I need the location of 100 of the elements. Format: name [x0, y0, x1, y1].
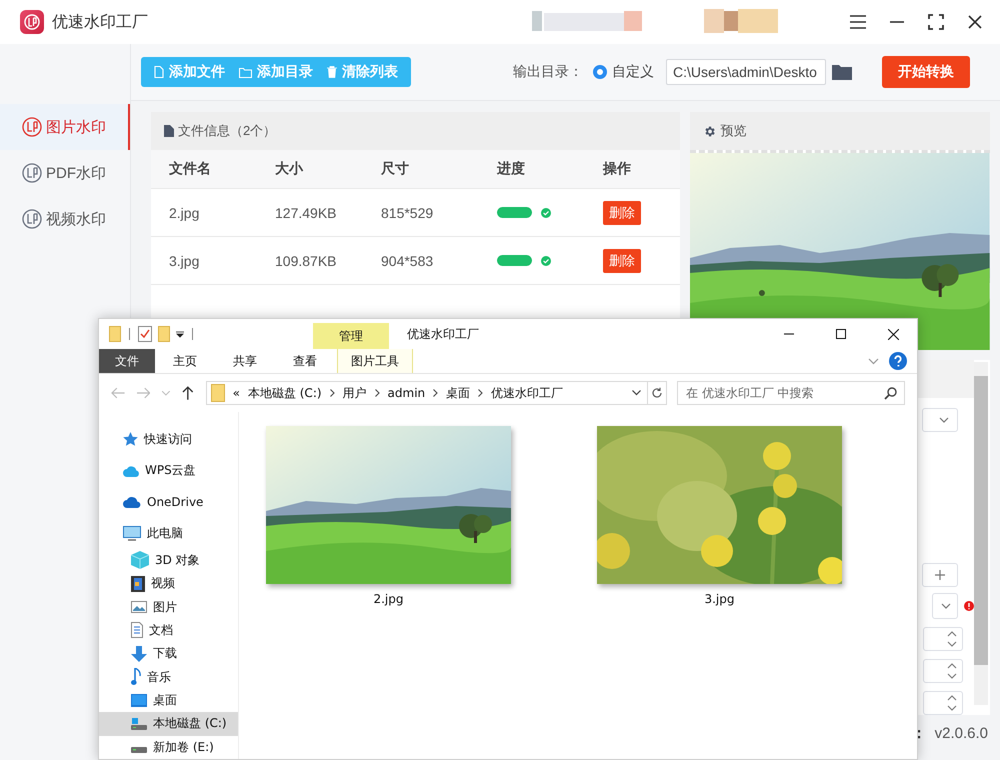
dropdown-icon[interactable] — [176, 330, 184, 338]
app-logo-icon — [20, 10, 44, 34]
nav-item[interactable]: 本地磁盘 (C:) — [99, 712, 238, 736]
ribbon-tab[interactable]: 查看 — [275, 349, 335, 373]
breadcrumb-item[interactable]: 本地磁盘 (C:) — [248, 384, 322, 402]
app-title: 优速水印工厂 — [52, 12, 148, 32]
file-menu-tab[interactable]: 文件 — [99, 349, 155, 373]
sidebar-item[interactable]: 图片水印 — [0, 104, 130, 150]
plus-icon — [935, 570, 945, 580]
refresh-icon — [650, 387, 663, 399]
nav-item[interactable]: 桌面 — [99, 688, 238, 712]
help-icon[interactable] — [889, 352, 907, 370]
breadcrumb-item[interactable]: 桌面 — [446, 384, 470, 402]
cloud-icon — [123, 496, 141, 508]
folder-icon[interactable] — [832, 64, 852, 80]
trash-icon — [327, 66, 337, 78]
window-title: 优速水印工厂 — [407, 326, 479, 342]
chevron-right-icon[interactable] — [330, 389, 335, 397]
table-cell-text: 815*529 — [381, 204, 434, 220]
nav-item[interactable]: 新加卷 (E:) — [99, 736, 238, 759]
address-bar[interactable]: « 本地磁盘 (C:) 用户 admin 桌面 优速水印工厂 — [206, 381, 648, 405]
star-icon — [123, 432, 138, 448]
custom-radio[interactable]: 自定义 — [593, 63, 654, 81]
chevron-right-icon[interactable] — [478, 389, 484, 397]
spinner-buttons[interactable] — [923, 659, 963, 683]
chevron-right-icon[interactable] — [374, 389, 380, 397]
drive-icon — [131, 747, 147, 754]
chevron-down-icon — [939, 417, 949, 423]
music-note-icon — [131, 668, 141, 686]
breadcrumb-item[interactable]: 优速水印工厂 — [491, 384, 564, 402]
column-header: 操作 — [603, 160, 632, 178]
table-cell-text: 127.49KB — [275, 204, 338, 220]
start-button[interactable]: 开始转换 — [882, 56, 970, 88]
properties-icon[interactable] — [138, 326, 152, 342]
folder-icon — [239, 66, 252, 78]
nav-item[interactable]: 下载 — [99, 642, 238, 666]
chevron-down-icon — [941, 603, 951, 609]
scrollbar[interactable] — [974, 362, 988, 705]
progress-bar — [497, 207, 532, 218]
up-arrow-icon[interactable] — [182, 386, 194, 400]
plus-button[interactable] — [922, 563, 958, 587]
delete-button[interactable]: 删除 — [603, 200, 641, 224]
file-name[interactable]: 2.jpg — [373, 592, 404, 606]
column-header: 尺寸 — [381, 160, 410, 178]
folder-icon — [210, 384, 225, 402]
spinner-buttons[interactable] — [923, 691, 963, 715]
overflow-crumb[interactable]: « — [232, 386, 240, 400]
nav-item[interactable]: 文档 — [99, 618, 238, 642]
version-text: v2.0.6.0 — [934, 724, 988, 742]
settings-icon — [703, 124, 716, 138]
column-header: 进度 — [497, 160, 526, 178]
context-tab-header: 管理 — [313, 323, 389, 349]
document-icon — [131, 622, 143, 638]
nav-item[interactable]: OneDrive — [99, 486, 238, 518]
sidebar-item[interactable]: PDF水印 — [0, 150, 130, 196]
ribbon-tab[interactable]: 主页 — [155, 349, 215, 373]
film-icon — [131, 576, 145, 592]
output-label: 输出目录： — [513, 63, 583, 81]
nav-item[interactable]: 视频 — [99, 572, 238, 596]
nav-item[interactable]: 图片 — [99, 595, 238, 619]
column-header: 大小 — [275, 160, 304, 178]
nav-item[interactable]: 3D 对象 — [99, 548, 238, 572]
spinner-buttons[interactable] — [923, 627, 963, 651]
computer-icon — [123, 526, 141, 541]
image-icon — [131, 601, 147, 614]
delete-button[interactable]: 删除 — [603, 248, 641, 272]
ribbon-tab[interactable]: 图片工具 — [337, 349, 413, 373]
fullscreen-icon[interactable] — [928, 14, 944, 30]
maximize-icon[interactable] — [836, 329, 846, 339]
table-cell-text: 2.jpg — [169, 204, 200, 220]
chevron-down-icon[interactable] — [632, 390, 641, 396]
file-name[interactable]: 3.jpg — [704, 592, 735, 606]
drive-icon — [131, 718, 147, 730]
nav-item[interactable]: 快速访问 — [99, 424, 238, 456]
menu-icon[interactable] — [850, 15, 866, 29]
close-icon[interactable] — [888, 328, 899, 340]
output-path-field[interactable]: C:\Users\admin\Deskto — [666, 59, 826, 85]
panel-title: 预览 — [720, 122, 746, 140]
download-icon — [131, 646, 147, 662]
refresh-button[interactable] — [648, 381, 667, 405]
nav-item[interactable]: 音乐 — [99, 666, 238, 689]
sidebar-item[interactable]: 视频水印 — [0, 196, 130, 242]
nav-item[interactable]: WPS云盘 — [99, 455, 238, 486]
document-icon — [164, 125, 174, 137]
table-cell-text: 904*583 — [381, 252, 434, 268]
close-icon[interactable] — [968, 15, 982, 29]
ribbon-tab[interactable]: 共享 — [215, 349, 275, 373]
table-cell-text: 109.87KB — [275, 252, 338, 268]
nav-item[interactable]: 此电脑 — [99, 517, 238, 549]
seal-icon — [22, 117, 42, 137]
cloud-icon — [123, 464, 139, 477]
column-header: 文件名 — [169, 160, 212, 178]
seal-icon — [22, 163, 42, 183]
file-icon — [154, 66, 164, 78]
progress-bar — [497, 255, 532, 266]
chevron-right-icon[interactable] — [433, 389, 438, 397]
seal-icon — [22, 209, 42, 229]
breadcrumb-item[interactable]: 用户 — [342, 384, 367, 402]
cube-icon — [131, 551, 149, 570]
breadcrumb-item[interactable]: admin — [388, 386, 426, 400]
